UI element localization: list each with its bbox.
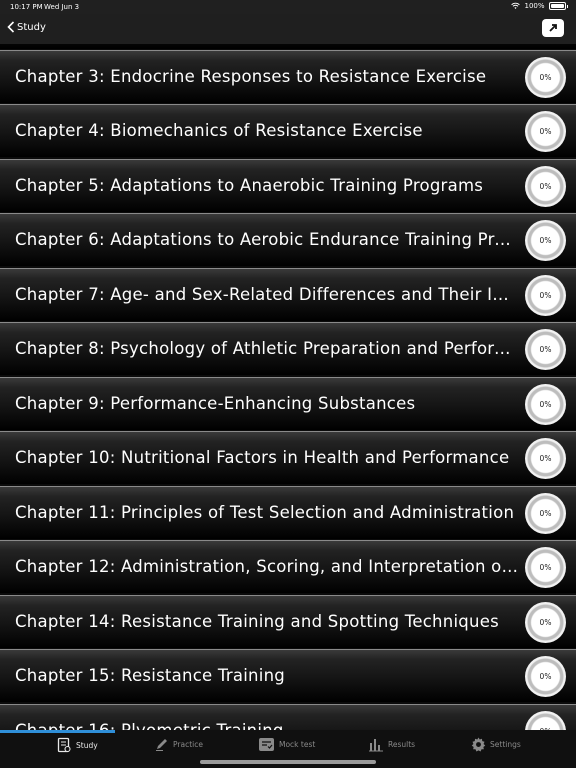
progress-ring: 0% (525, 57, 566, 98)
status-date: Wed Jun 3 (44, 3, 80, 11)
chapter-title: Chapter 15: Resistance Training (15, 666, 286, 685)
status-right: 100% (511, 2, 568, 10)
progress-ring: 0% (525, 329, 566, 370)
progress-ring: 0% (525, 711, 566, 730)
back-button[interactable]: Study (7, 21, 46, 33)
chapter-title: Chapter 14: Resistance Training and Spot… (15, 612, 499, 631)
chapter-row[interactable]: Chapter 7: Age- and Sex-Related Differen… (0, 268, 576, 321)
chapter-row[interactable]: Chapter 11: Principles of Test Selection… (0, 486, 576, 539)
chapter-row[interactable]: Chapter 14: Resistance Training and Spot… (0, 595, 576, 648)
nav-bar: Study (0, 14, 576, 44)
chapter-row[interactable] (0, 44, 576, 49)
tab-scroll-indicator (0, 730, 115, 733)
tab-label: Settings (490, 740, 521, 749)
chapter-title: Chapter 6: Adaptations to Aerobic Endura… (15, 230, 519, 249)
tab-results[interactable]: Results (368, 737, 415, 752)
chapter-row[interactable]: Chapter 10: Nutritional Factors in Healt… (0, 431, 576, 484)
chapter-title: Chapter 11: Principles of Test Selection… (15, 503, 515, 522)
chapter-row[interactable]: Chapter 3: Endocrine Responses to Resist… (0, 50, 576, 103)
progress-value: 0% (539, 291, 552, 300)
progress-value: 0% (539, 182, 552, 191)
progress-ring: 0% (525, 275, 566, 316)
book-icon (57, 737, 71, 753)
progress-ring: 0% (525, 384, 566, 425)
chapter-title: Chapter 16: Plyometric Training (15, 721, 519, 730)
progress-value: 0% (539, 236, 552, 245)
chapter-list: Chapter 3: Endocrine Responses to Resist… (0, 44, 576, 730)
chapter-title: Chapter 7: Age- and Sex-Related Differen… (15, 285, 519, 304)
pencil-icon (156, 739, 167, 751)
battery-icon (548, 2, 566, 10)
tab-practice[interactable]: Practice (155, 737, 203, 751)
back-label: Study (17, 21, 46, 33)
chapter-title: Chapter 4: Biomechanics of Resistance Ex… (15, 121, 423, 140)
progress-ring: 0% (525, 438, 566, 479)
bar-chart-icon (369, 739, 383, 752)
chevron-left-icon (7, 21, 15, 33)
chapter-title: Chapter 8: Psychology of Athletic Prepar… (15, 339, 519, 358)
progress-ring: 0% (525, 493, 566, 534)
chapter-title: Chapter 3: Endocrine Responses to Resist… (15, 67, 487, 86)
home-indicator[interactable] (200, 760, 376, 764)
tab-label: Study (76, 740, 98, 750)
test-icon (259, 738, 274, 751)
progress-value: 0% (539, 509, 552, 518)
progress-value: 0% (539, 127, 552, 136)
battery-percent: 100% (524, 2, 545, 10)
status-time: 10:17 PM (10, 3, 43, 11)
export-button[interactable] (542, 19, 564, 37)
progress-value: 0% (539, 454, 552, 463)
progress-value: 0% (539, 672, 552, 681)
progress-ring: 0% (525, 602, 566, 643)
progress-ring: 0% (525, 547, 566, 588)
chapter-row[interactable]: Chapter 4: Biomechanics of Resistance Ex… (0, 104, 576, 157)
chapter-row[interactable]: Chapter 12: Administration, Scoring, and… (0, 540, 576, 593)
chapter-title: Chapter 9: Performance-Enhancing Substan… (15, 394, 416, 413)
tab-mock-test[interactable]: Mock test (258, 737, 315, 752)
progress-ring: 0% (525, 220, 566, 261)
chapter-row[interactable]: Chapter 15: Resistance Training 0% (0, 649, 576, 702)
tab-label: Mock test (279, 740, 316, 749)
chapter-row[interactable]: Chapter 16: Plyometric Training 0% (0, 704, 576, 730)
tab-study[interactable]: Study (56, 737, 98, 753)
progress-value: 0% (539, 73, 552, 82)
external-link-icon (549, 24, 557, 32)
progress-value: 0% (539, 618, 552, 627)
wifi-icon (511, 2, 521, 9)
tab-label: Results (388, 740, 416, 749)
tab-label: Practice (173, 739, 203, 749)
progress-ring: 0% (525, 111, 566, 152)
chapter-row[interactable]: Chapter 8: Psychology of Athletic Prepar… (0, 322, 576, 375)
tab-settings[interactable]: Settings (471, 737, 521, 752)
progress-value: 0% (539, 400, 552, 409)
progress-ring: 0% (525, 166, 566, 207)
progress-value: 0% (539, 563, 552, 572)
chapter-title: Chapter 12: Administration, Scoring, and… (15, 557, 519, 576)
progress-ring: 0% (525, 656, 566, 697)
progress-value: 0% (539, 345, 552, 354)
battery-tip (566, 4, 568, 8)
chapter-row[interactable]: Chapter 9: Performance-Enhancing Substan… (0, 377, 576, 430)
status-bar: 10:17 PM Wed Jun 3 100% (0, 0, 576, 14)
chapter-title: Chapter 10: Nutritional Factors in Healt… (15, 448, 510, 467)
chapter-row[interactable]: Chapter 5: Adaptations to Anaerobic Trai… (0, 159, 576, 212)
chapter-title: Chapter 5: Adaptations to Anaerobic Trai… (15, 176, 484, 195)
gear-icon (471, 737, 486, 752)
chapter-row[interactable]: Chapter 6: Adaptations to Aerobic Endura… (0, 213, 576, 266)
